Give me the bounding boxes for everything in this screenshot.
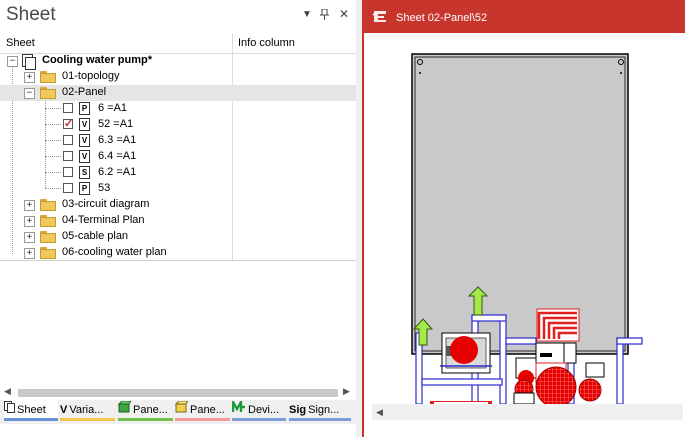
expand-icon[interactable]: +: [24, 200, 35, 211]
scroll-thumb[interactable]: [18, 389, 338, 397]
close-icon[interactable]: ✕: [339, 7, 349, 21]
horizontal-scrollbar[interactable]: ◀ ▶: [0, 386, 356, 400]
tab-label: Sign...: [308, 404, 340, 416]
column-header-sheet[interactable]: Sheet: [6, 37, 35, 49]
sheet-checkbox[interactable]: [63, 167, 73, 177]
canvas-horizontal-scrollbar[interactable]: ◀: [372, 404, 683, 420]
tree-folder[interactable]: + 05-cable plan: [0, 229, 356, 245]
sheet-label: 6 =A1: [98, 102, 128, 114]
sheet-view-panel: Sheet 02-Panel\52: [362, 0, 685, 437]
folder-icon: [40, 215, 57, 227]
sheet-schematic-icon: S: [79, 166, 90, 179]
sheet-page-icon: P: [79, 102, 90, 115]
tree-folder[interactable]: + 03-circuit diagram: [0, 197, 356, 213]
project-icon: [22, 54, 36, 70]
tree-sheet[interactable]: S 6.2 =A1: [0, 165, 356, 181]
tab-underline: [118, 418, 173, 421]
tree-sheet[interactable]: V 6.4 =A1: [0, 149, 356, 165]
tree-sheet[interactable]: V 52 =A1: [0, 117, 356, 133]
collapse-icon[interactable]: −: [7, 56, 18, 67]
tab-signals[interactable]: Sig Sign...: [289, 400, 351, 421]
drawing-canvas[interactable]: [364, 33, 685, 404]
tab-label: Devi...: [248, 404, 280, 416]
sheet-checkbox[interactable]: [63, 135, 73, 145]
folder-icon: [40, 71, 57, 83]
folder-icon: [40, 247, 57, 259]
sheet-checkbox[interactable]: [63, 151, 73, 161]
tab-devices[interactable]: Devi...: [232, 400, 286, 421]
document-title: Sheet 02-Panel\52: [396, 12, 488, 24]
tree-header: Sheet Info column: [0, 34, 356, 54]
panel-tabs: Sheet VVaria... Pane... Pane... Devi...: [0, 400, 356, 424]
expand-icon[interactable]: +: [24, 72, 35, 83]
variant-icon: V: [60, 404, 68, 416]
tab-label: Pane...: [133, 404, 168, 416]
folder-label: 06-cooling water plan: [62, 246, 167, 258]
folder-label: 03-circuit diagram: [62, 198, 150, 210]
sheet-label: 6.3 =A1: [98, 134, 137, 146]
tree-sheet[interactable]: V 6.3 =A1: [0, 133, 356, 149]
folder-label: 04-Terminal Plan: [62, 214, 145, 226]
dropdown-icon[interactable]: ▼: [302, 9, 312, 20]
sheet-label: 6.4 =A1: [98, 150, 137, 162]
sheet-view-icon: V: [79, 118, 90, 131]
expand-icon[interactable]: +: [24, 232, 35, 243]
folder-icon: [40, 199, 57, 211]
tab-panel-green[interactable]: Pane...: [118, 400, 173, 421]
collapse-icon[interactable]: −: [24, 88, 35, 99]
expand-icon[interactable]: +: [24, 248, 35, 259]
scroll-right-icon[interactable]: ▶: [343, 386, 350, 397]
app-logo-icon: [372, 9, 388, 23]
tree-folder[interactable]: + 01-topology: [0, 69, 356, 85]
tree-sheet[interactable]: P 53: [0, 181, 356, 197]
tab-label: Pane...: [190, 404, 225, 416]
folder-label: 01-topology: [62, 70, 120, 82]
tab-label: Varia...: [69, 404, 104, 416]
sheet-label: 53: [98, 182, 111, 194]
panel-title: Sheet: [6, 4, 56, 25]
tab-underline: [289, 418, 351, 421]
sheet-label: 52 =A1: [98, 118, 134, 130]
tab-panel-yellow[interactable]: Pane...: [175, 400, 230, 421]
sheet-view-icon: V: [79, 150, 90, 163]
root-label: Cooling water pump*: [42, 54, 152, 66]
sheet-icon: [4, 400, 15, 420]
document-tab[interactable]: Sheet 02-Panel\52: [364, 0, 685, 33]
sheet-page-icon: P: [79, 182, 90, 195]
tab-sheet[interactable]: Sheet: [4, 400, 58, 421]
tree-folder[interactable]: − 02-Panel: [0, 85, 356, 101]
tree-sheet[interactable]: P 6 =A1: [0, 101, 356, 117]
folder-label: 05-cable plan: [62, 230, 129, 242]
tab-underline: [60, 418, 115, 421]
sheet-panel: Sheet ▼ ✕ Sheet Info column − Cooling wa…: [0, 0, 356, 437]
sheet-view-icon: V: [79, 134, 90, 147]
tree-folder[interactable]: + 04-Terminal Plan: [0, 213, 356, 229]
panel-drawing: [411, 53, 643, 404]
folder-label: 02-Panel: [62, 86, 107, 98]
panel-yellow-icon: [175, 400, 189, 420]
tab-underline: [232, 418, 286, 421]
panel-green-icon: [118, 400, 132, 420]
expand-icon[interactable]: +: [24, 216, 35, 227]
folder-icon: [40, 231, 57, 243]
signal-icon: Sig: [289, 404, 307, 416]
tab-underline: [175, 418, 230, 421]
tree-root[interactable]: − Cooling water pump*: [0, 53, 356, 70]
scroll-left-icon[interactable]: ◀: [376, 407, 383, 418]
column-header-info[interactable]: Info column: [238, 37, 295, 49]
sheet-checkbox[interactable]: [63, 103, 73, 113]
device-icon: [232, 400, 246, 420]
tab-underline: [4, 418, 58, 421]
pin-icon[interactable]: [320, 8, 329, 23]
scroll-left-icon[interactable]: ◀: [4, 386, 11, 397]
folder-icon: [40, 87, 57, 99]
divider: [0, 260, 356, 261]
tab-label: Sheet: [17, 404, 46, 416]
sheet-checkbox[interactable]: [63, 183, 73, 193]
sheet-label: 6.2 =A1: [98, 166, 137, 178]
sheet-checkbox[interactable]: [63, 117, 73, 130]
tab-variants[interactable]: V Varia...: [60, 400, 115, 421]
tree-folder[interactable]: + 06-cooling water plan: [0, 245, 356, 261]
